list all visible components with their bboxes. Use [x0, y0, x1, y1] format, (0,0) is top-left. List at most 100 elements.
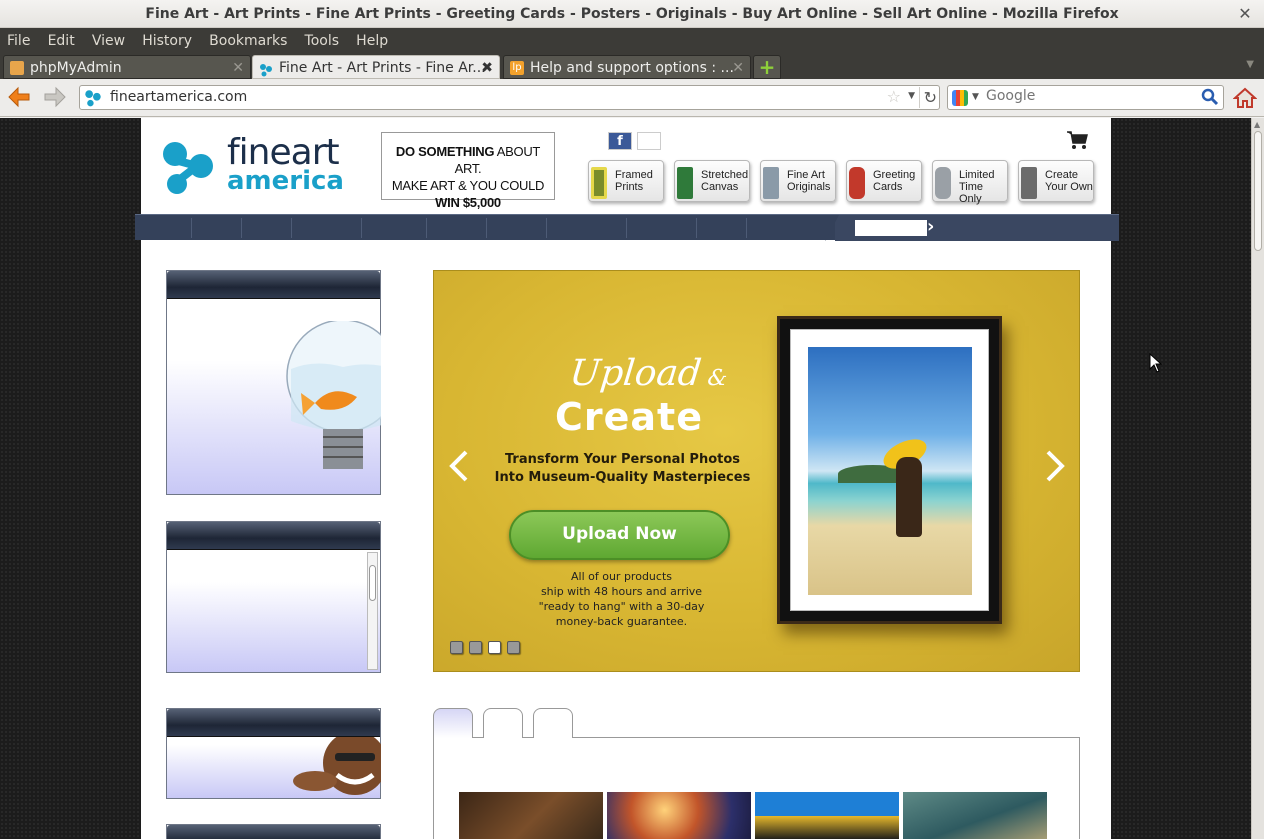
limited-time-icon	[935, 167, 951, 199]
slider-dot-2[interactable]	[469, 641, 482, 654]
product-label-line2: Prints	[615, 181, 644, 193]
address-bar[interactable]: fineartamerica.com ☆ ▼ ↻	[79, 85, 940, 110]
gallery-tab-3[interactable]	[533, 708, 573, 738]
back-arrow-icon[interactable]	[7, 86, 31, 113]
nav-item-divider	[191, 218, 192, 238]
menu-help[interactable]: Help	[349, 28, 394, 54]
tab-phpmyadmin[interactable]: phpMyAdmin ✕	[3, 55, 251, 79]
product-create-your-own-button[interactable]: Create Your Own	[1018, 160, 1094, 202]
goldfish-lightbulb-image	[286, 321, 381, 469]
nav-item-divider	[546, 218, 547, 238]
artwork-thumbnail[interactable]	[755, 792, 899, 839]
sidebar-box-scrollable[interactable]	[166, 521, 381, 673]
sidebar-box-bottom[interactable]	[166, 824, 381, 839]
sidebar-box-scrollbar[interactable]	[367, 552, 378, 670]
forward-arrow-icon[interactable]	[43, 86, 67, 113]
new-tab-button[interactable]: +	[753, 55, 781, 79]
slider-prev-chevron-left-icon[interactable]	[446, 449, 472, 492]
tab-list-chevron-down-icon[interactable]: ▼	[1246, 59, 1254, 70]
close-tab-icon[interactable]: ✖	[481, 56, 493, 78]
upload-now-button[interactable]: Upload Now	[509, 510, 730, 560]
product-stretched-canvas-button[interactable]: Stretched Canvas	[674, 160, 750, 202]
tab-label: Fine Art - Art Prints - Fine Ar...	[279, 60, 486, 76]
framed-beach-photo	[777, 316, 1002, 624]
bookmark-star-icon[interactable]: ☆	[887, 87, 901, 106]
artwork-thumbnail[interactable]	[903, 792, 1047, 839]
contest-banner-ad[interactable]: DO SOMETHING ABOUT ART. MAKE ART & YOU C…	[381, 132, 555, 210]
gallery-tabs	[433, 708, 1080, 839]
url-text[interactable]: fineartamerica.com	[110, 86, 247, 109]
framed-print-icon	[591, 167, 607, 199]
menu-file[interactable]: File	[0, 28, 36, 54]
tab-help-support[interactable]: lp Help and support options : ... ✕	[503, 55, 751, 79]
slider-dot-1[interactable]	[450, 641, 463, 654]
sidebar-box-featured[interactable]	[166, 270, 381, 495]
product-label-line1: Fine Art	[787, 169, 825, 181]
artwork-thumbnail[interactable]	[607, 792, 751, 839]
promo-slider[interactable]: Upload & Create Transform Your Personal …	[433, 270, 1080, 672]
shopping-cart-icon[interactable]	[1066, 130, 1088, 150]
nav-item-divider	[291, 218, 292, 238]
menu-tools[interactable]: Tools	[298, 28, 346, 54]
product-framed-prints-button[interactable]: Framed Prints	[588, 160, 664, 202]
fineart-favicon-icon	[259, 61, 273, 77]
search-bar[interactable]: ▼	[947, 85, 1224, 110]
menu-bookmarks[interactable]: Bookmarks	[202, 28, 293, 54]
reload-icon[interactable]: ↻	[918, 87, 937, 108]
history-dropdown-icon[interactable]: ▼	[908, 91, 915, 101]
surfer-figure	[896, 457, 922, 537]
slider-title-upload: Upload &	[568, 353, 730, 394]
gallery-tab-1[interactable]	[433, 708, 473, 738]
search-icon[interactable]	[1201, 88, 1219, 106]
sidebar-box-header	[167, 522, 380, 550]
facebook-like-icon[interactable]: f	[608, 132, 632, 150]
tab-fine-art[interactable]: Fine Art - Art Prints - Fine Ar... ✖	[252, 55, 500, 79]
product-limited-time-button[interactable]: Limited Time Only	[932, 160, 1008, 205]
photo-mat	[790, 329, 989, 611]
scrollbar-thumb[interactable]	[1254, 131, 1262, 251]
product-greeting-cards-button[interactable]: Greeting Cards	[846, 160, 922, 202]
site-nav-strip: ›	[135, 214, 1119, 241]
slider-next-chevron-right-icon[interactable]	[1042, 449, 1068, 492]
banner-line2: MAKE ART & YOU COULD	[391, 178, 545, 193]
close-tab-icon[interactable]: ✕	[232, 56, 244, 78]
gallery-tab-2[interactable]	[483, 708, 523, 738]
product-label-line1: Limited	[959, 169, 995, 181]
slider-subtitle-line2: Into Museum-Quality Masterpieces	[494, 470, 751, 485]
originals-icon	[763, 167, 779, 199]
facebook-count-bubble	[637, 132, 661, 150]
close-window-icon[interactable]: ✕	[1234, 3, 1256, 25]
product-label-line2: Your Own	[1045, 181, 1093, 193]
search-input[interactable]	[986, 88, 1196, 104]
google-engine-icon[interactable]	[952, 90, 968, 106]
menu-edit[interactable]: Edit	[41, 28, 81, 54]
product-label-line2: Originals	[787, 181, 831, 193]
nav-divider-wedge	[825, 215, 839, 241]
nav-item-divider	[426, 218, 427, 238]
logo-text-america[interactable]: america	[227, 166, 344, 196]
mouse-cursor-icon	[1149, 353, 1163, 373]
site-search-input[interactable]	[855, 220, 927, 236]
nav-item-divider	[626, 218, 627, 238]
beach-surfer-photo	[808, 347, 972, 595]
nav-item-divider	[486, 218, 487, 238]
scroll-up-chevron-icon[interactable]: ▲	[1254, 120, 1260, 129]
home-icon[interactable]	[1232, 87, 1258, 109]
close-tab-icon[interactable]: ✕	[732, 56, 744, 78]
menu-history[interactable]: History	[135, 28, 198, 54]
slider-dot-4[interactable]	[507, 641, 520, 654]
page-scrollbar[interactable]: ▲	[1251, 118, 1264, 839]
engine-dropdown-icon[interactable]: ▼	[972, 92, 979, 102]
menu-view[interactable]: View	[85, 28, 131, 54]
site-identity-icon[interactable]	[84, 89, 102, 107]
product-fine-art-originals-button[interactable]: Fine Art Originals	[760, 160, 836, 202]
sidebar-box-portrait[interactable]	[166, 708, 381, 799]
camera-icon	[1021, 167, 1037, 199]
fineart-logo-icon[interactable]	[161, 140, 217, 196]
smiling-man-image	[293, 737, 381, 795]
artwork-thumbnail[interactable]	[459, 792, 603, 839]
tab-label: phpMyAdmin	[30, 60, 122, 76]
site-search-arrow-icon[interactable]: ›	[927, 216, 934, 237]
phpmyadmin-favicon-icon	[10, 61, 24, 75]
slider-dot-3[interactable]	[488, 641, 501, 654]
